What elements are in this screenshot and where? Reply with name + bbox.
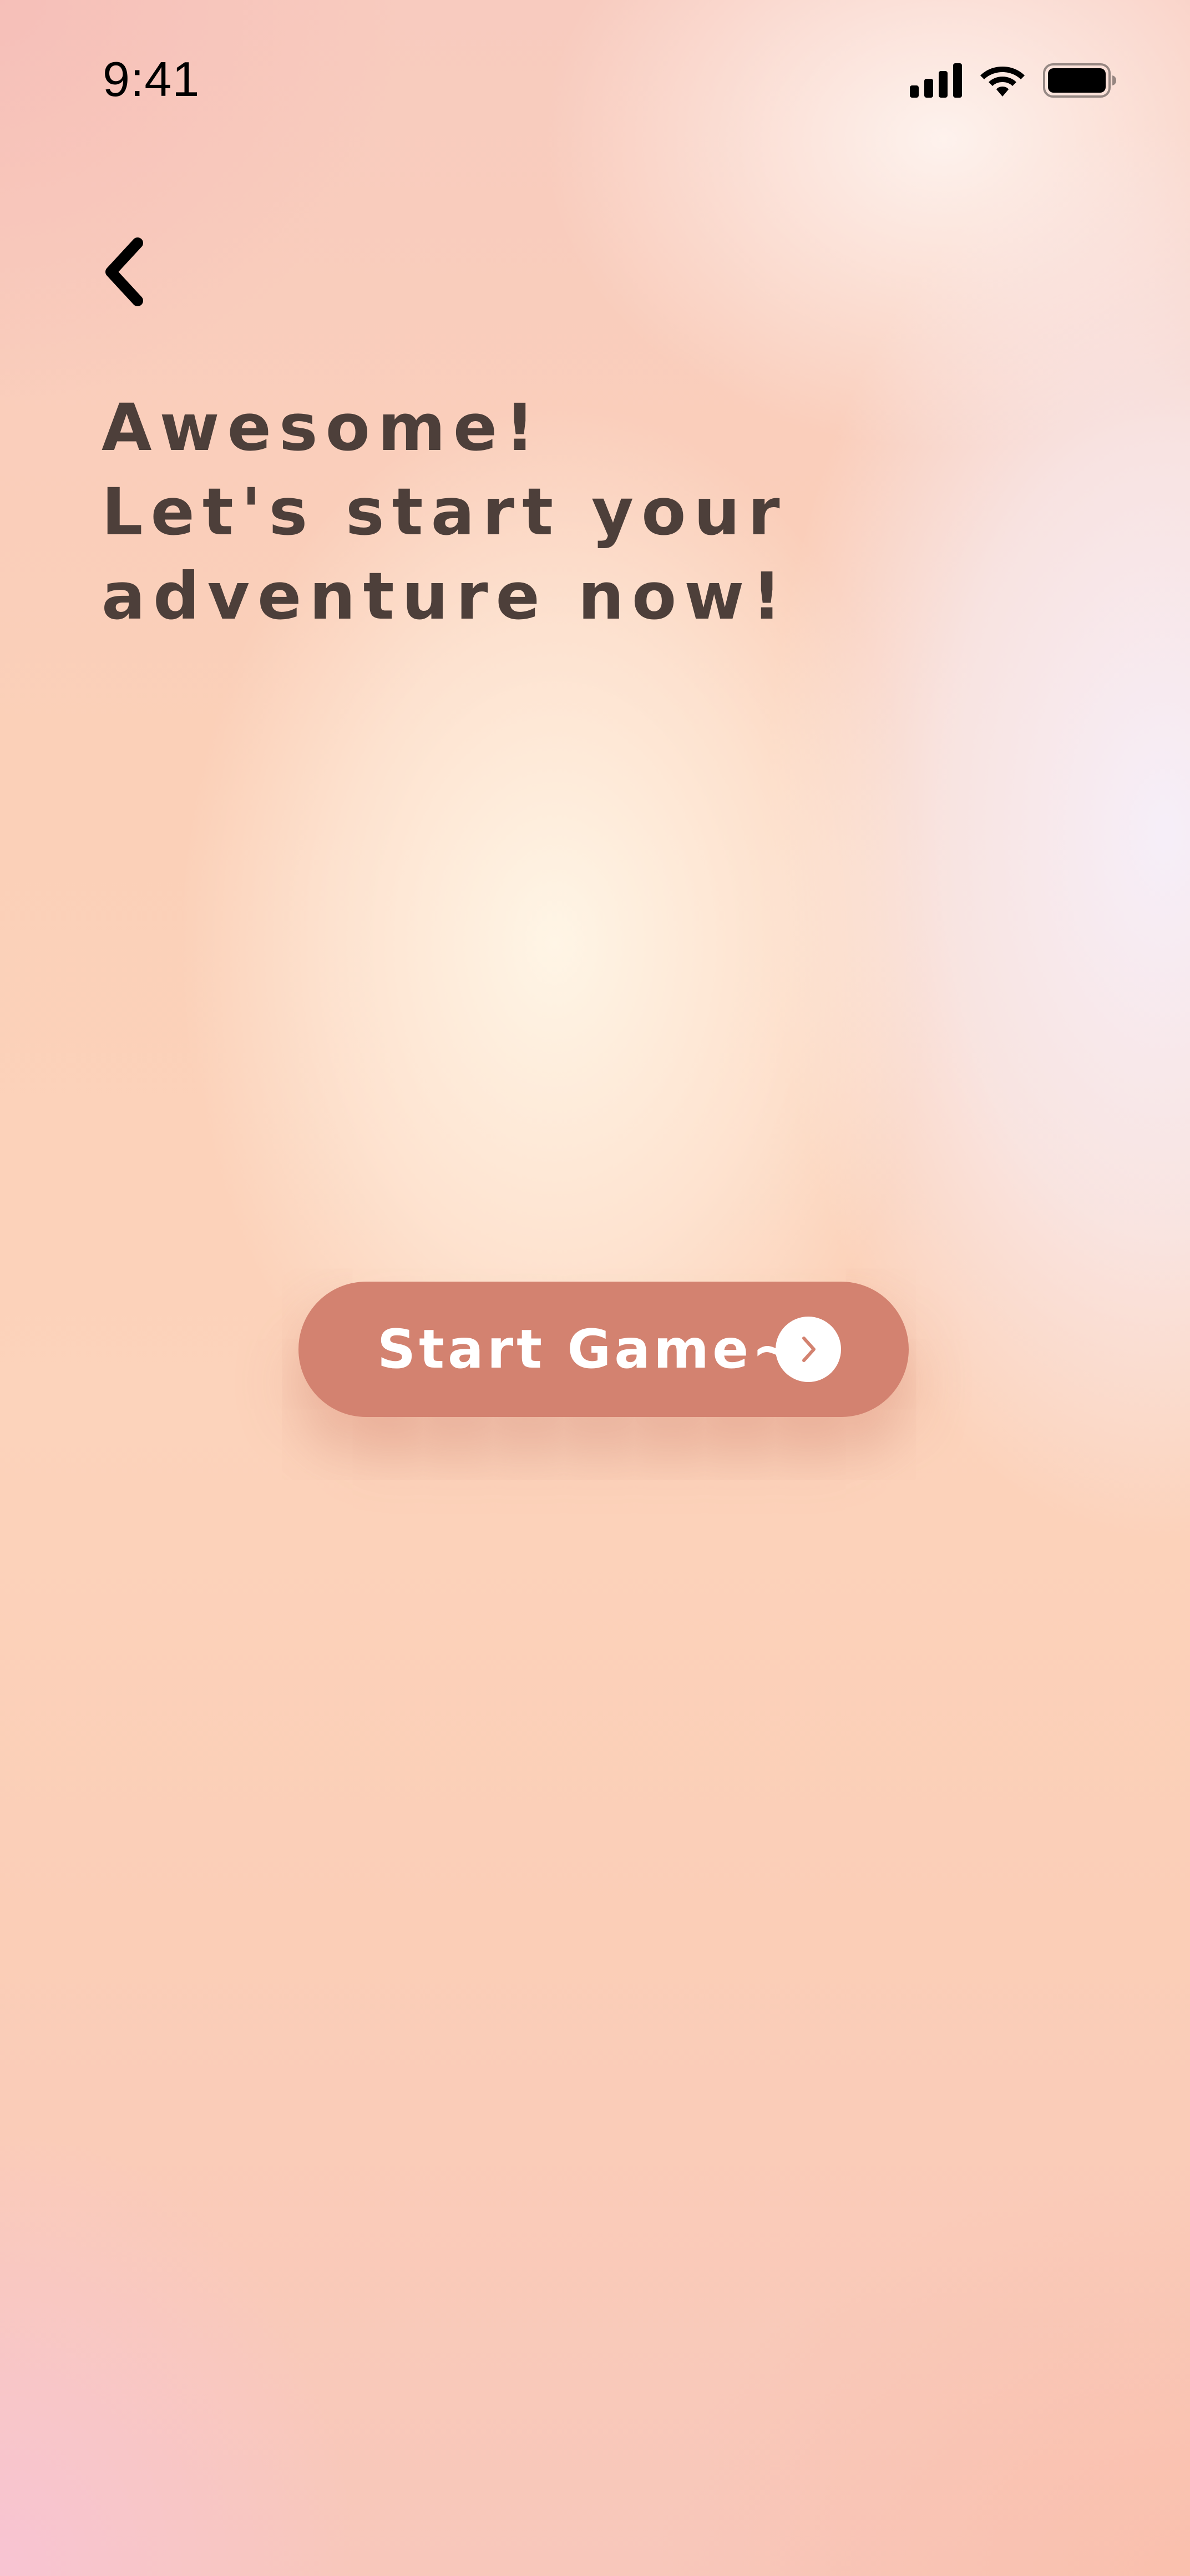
back-button[interactable] — [99, 233, 149, 311]
battery-full-icon — [1043, 63, 1117, 98]
start-game-label: Start Game~ — [377, 1318, 800, 1380]
title-line: Awesome! — [102, 389, 543, 465]
screen: 9:41 Awesome! Let's start your adventure… — [0, 0, 1190, 2576]
title-line: adventure now! — [102, 558, 789, 634]
wifi-icon — [979, 63, 1026, 98]
status-time: 9:41 — [103, 52, 200, 107]
start-game-button[interactable]: Start Game~ — [298, 1282, 909, 1417]
cellular-signal-icon — [910, 63, 963, 98]
chevron-right-icon — [776, 1317, 841, 1382]
page-title: Awesome! Let's start your adventure now! — [102, 386, 878, 639]
title-line: Let's start your — [102, 474, 788, 550]
status-icons — [910, 61, 1117, 100]
chevron-left-icon — [99, 237, 149, 313]
